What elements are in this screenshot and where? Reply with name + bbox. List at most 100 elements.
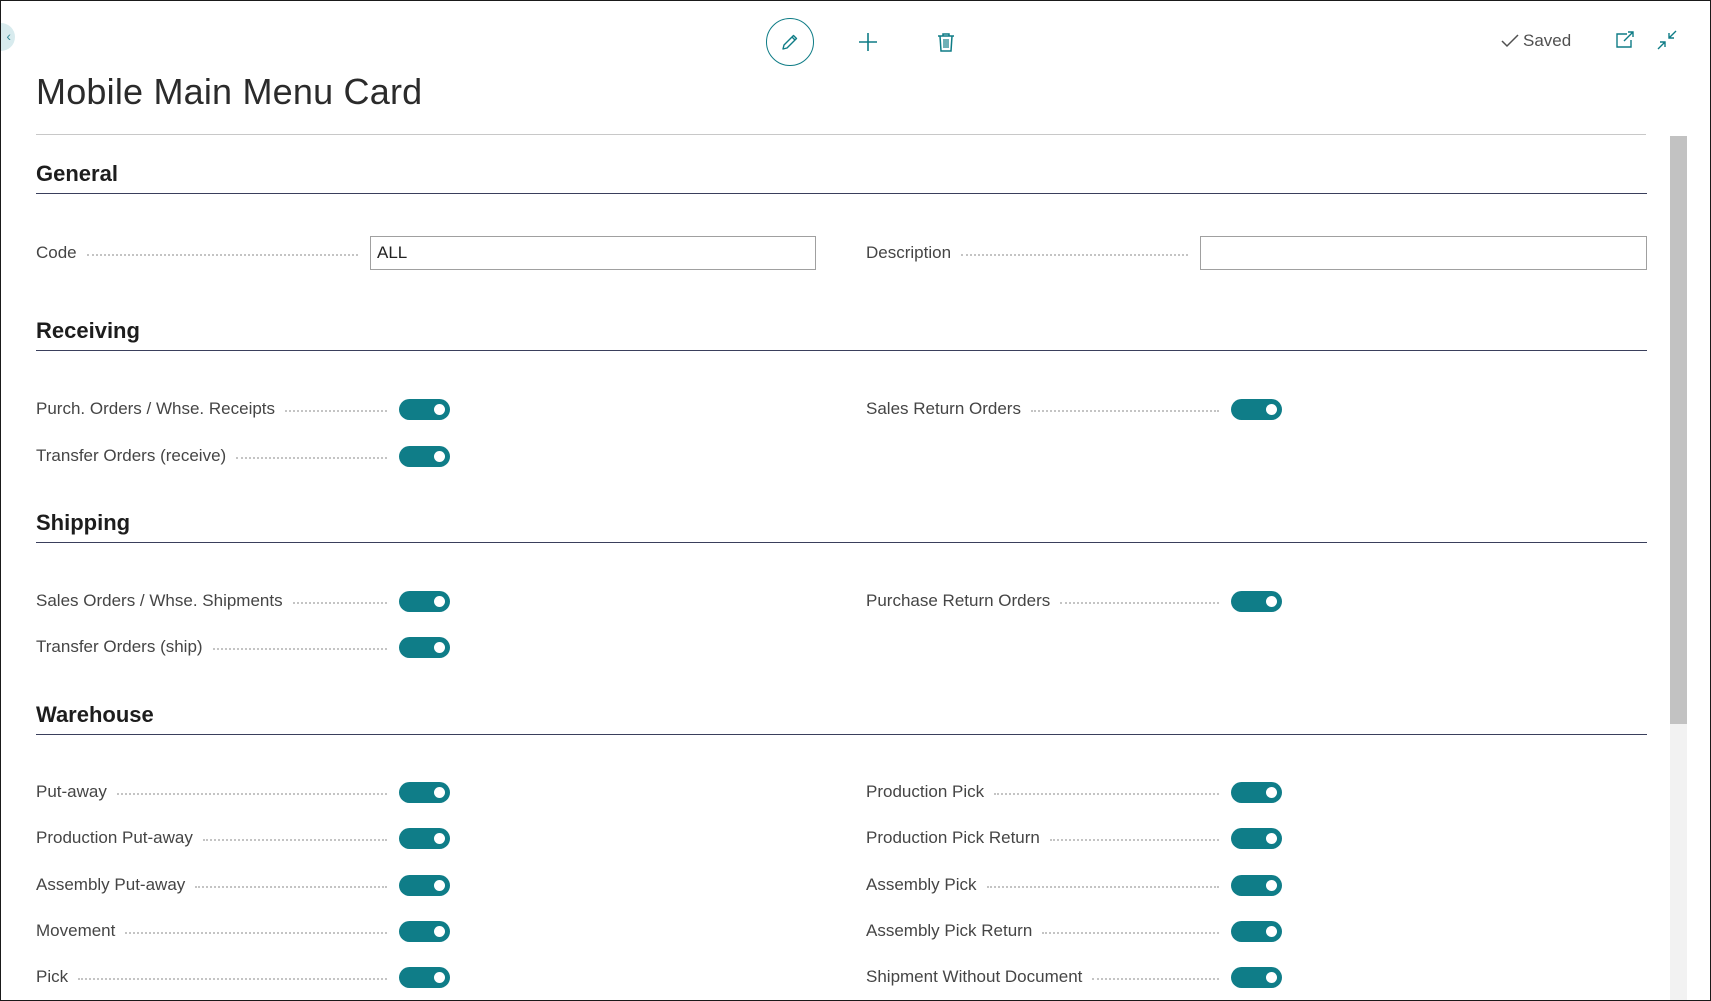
toggle-knob	[434, 595, 445, 607]
description-field: Description	[866, 235, 1647, 271]
pick-toggle[interactable]	[399, 966, 450, 988]
transfer-receive-field: Transfer Orders (receive)	[36, 438, 450, 474]
leader-dots	[78, 978, 387, 980]
leader-dots	[961, 254, 1188, 256]
sales-orders-toggle[interactable]	[399, 590, 450, 612]
delete-button[interactable]	[922, 18, 970, 66]
leader-dots	[1042, 932, 1219, 934]
toggle-knob	[434, 641, 445, 653]
transfer-receive-toggle[interactable]	[399, 445, 450, 467]
leader-dots	[86, 254, 358, 256]
production-put-away-field: Production Put-away	[36, 820, 450, 856]
assembly-put-away-field: Assembly Put-away	[36, 867, 450, 903]
leader-dots	[212, 648, 387, 650]
open-in-new-window-button[interactable]	[1614, 29, 1636, 51]
transfer-ship-label: Transfer Orders (ship)	[36, 637, 203, 656]
leader-dots	[1049, 839, 1219, 841]
shipment-without-document-field: Shipment Without Document	[866, 959, 1282, 995]
checkmark-icon	[1501, 34, 1519, 48]
collapse-arrows-icon	[1657, 30, 1677, 50]
code-input[interactable]: ALL	[370, 236, 816, 270]
sales-orders-field: Sales Orders / Whse. Shipments	[36, 583, 450, 619]
leader-dots	[285, 410, 387, 412]
collapse-button[interactable]	[1656, 29, 1678, 51]
assembly-pick-label: Assembly Pick	[866, 875, 977, 894]
scrollbar-thumb[interactable]	[1670, 136, 1687, 724]
page-title: Mobile Main Menu Card	[36, 71, 423, 112]
back-button[interactable]: ‹	[1, 23, 15, 51]
code-field: Code ALL	[36, 235, 816, 271]
production-pick-return-label: Production Pick Return	[866, 828, 1040, 847]
toggle-knob	[434, 971, 445, 983]
leader-dots	[994, 793, 1219, 795]
assembly-pick-return-toggle[interactable]	[1231, 920, 1282, 942]
general-section: General	[36, 159, 1647, 194]
receiving-section: Receiving	[36, 316, 1647, 351]
shipment-without-document-toggle[interactable]	[1231, 966, 1282, 988]
toggle-knob	[1266, 832, 1277, 844]
leader-dots	[1092, 978, 1219, 980]
production-put-away-label: Production Put-away	[36, 828, 193, 847]
section-heading-general[interactable]: General	[36, 159, 1647, 189]
leader-dots	[125, 932, 387, 934]
leader-dots	[292, 602, 387, 604]
purchase-return-toggle[interactable]	[1231, 590, 1282, 612]
shipment-without-document-label: Shipment Without Document	[866, 967, 1083, 986]
assembly-pick-return-field: Assembly Pick Return	[866, 913, 1282, 949]
plus-icon	[859, 33, 877, 51]
shipping-section: Shipping	[36, 508, 1647, 543]
sales-return-toggle[interactable]	[1231, 398, 1282, 420]
new-button[interactable]	[844, 18, 892, 66]
mobile-main-menu-card-window: ‹ Saved Mobile Main Menu Card General Co…	[0, 0, 1711, 1001]
production-pick-return-field: Production Pick Return	[866, 820, 1282, 856]
movement-toggle[interactable]	[399, 920, 450, 942]
toggle-knob	[1266, 786, 1277, 798]
assembly-pick-field: Assembly Pick	[866, 867, 1282, 903]
movement-label: Movement	[36, 921, 116, 940]
movement-field: Movement	[36, 913, 450, 949]
toggle-knob	[1266, 403, 1277, 415]
assembly-pick-toggle[interactable]	[1231, 874, 1282, 896]
purchase-return-label: Purchase Return Orders	[866, 591, 1051, 610]
purch-orders-field: Purch. Orders / Whse. Receipts	[36, 391, 450, 427]
section-heading-receiving[interactable]: Receiving	[36, 316, 1647, 346]
sales-return-label: Sales Return Orders	[866, 399, 1021, 418]
chevron-left-icon: ‹	[6, 28, 11, 44]
section-divider	[36, 542, 1647, 543]
card-content: General Code ALL Description Receiving P…	[36, 135, 1647, 1000]
toggle-knob	[434, 450, 445, 462]
toggle-knob	[434, 832, 445, 844]
description-input[interactable]	[1200, 236, 1647, 270]
put-away-field: Put-away	[36, 774, 450, 810]
production-pick-return-toggle[interactable]	[1231, 827, 1282, 849]
put-away-toggle[interactable]	[399, 781, 450, 803]
transfer-ship-toggle[interactable]	[399, 636, 450, 658]
production-pick-label: Production Pick	[866, 782, 985, 801]
trash-icon	[938, 33, 954, 52]
toggle-knob	[434, 786, 445, 798]
leader-dots	[195, 886, 387, 888]
leader-dots	[1060, 602, 1219, 604]
toggle-knob	[434, 879, 445, 891]
toggle-knob	[434, 403, 445, 415]
section-divider	[36, 193, 1647, 194]
assembly-put-away-toggle[interactable]	[399, 874, 450, 896]
edit-button[interactable]	[766, 18, 814, 66]
warehouse-section: Warehouse	[36, 700, 1647, 735]
toggle-knob	[434, 925, 445, 937]
sales-orders-label: Sales Orders / Whse. Shipments	[36, 591, 283, 610]
toggle-knob	[1266, 879, 1277, 891]
leader-dots	[116, 793, 387, 795]
production-put-away-toggle[interactable]	[399, 827, 450, 849]
section-heading-warehouse[interactable]: Warehouse	[36, 700, 1647, 730]
leader-dots	[236, 457, 387, 459]
description-label: Description	[866, 243, 952, 262]
sales-return-field: Sales Return Orders	[866, 391, 1282, 427]
section-divider	[36, 350, 1647, 351]
purch-orders-toggle[interactable]	[399, 398, 450, 420]
transfer-receive-label: Transfer Orders (receive)	[36, 446, 227, 465]
leader-dots	[202, 839, 387, 841]
production-pick-toggle[interactable]	[1231, 781, 1282, 803]
production-pick-field: Production Pick	[866, 774, 1282, 810]
section-heading-shipping[interactable]: Shipping	[36, 508, 1647, 538]
